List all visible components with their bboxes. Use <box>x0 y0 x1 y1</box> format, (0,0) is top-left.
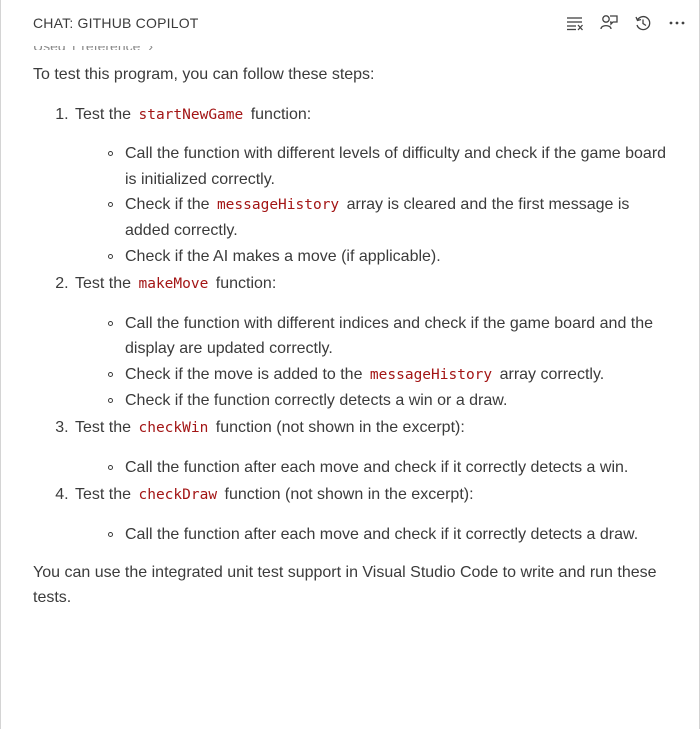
sub-item-text: Check if the AI makes a move (if applica… <box>125 247 441 265</box>
inline-code: startNewGame <box>138 106 244 123</box>
step-title: Test the makeMove function: <box>75 271 675 297</box>
step-title: Test the startNewGame function: <box>75 102 675 128</box>
sub-item-text: Call the function after each move and ch… <box>125 525 639 543</box>
panel-header: CHAT: GITHUB COPILOT <box>1 0 699 46</box>
sub-list-item: Call the function with different indices… <box>107 311 675 362</box>
inline-code: messageHistory <box>369 366 493 383</box>
step-title-prefix: Test the <box>75 486 136 504</box>
response-intro: To test this program, you can follow the… <box>33 66 375 83</box>
inline-code: checkDraw <box>138 487 218 504</box>
step-sublist: Call the function with different levels … <box>75 141 675 269</box>
sub-list-item: Call the function after each move and ch… <box>107 522 675 548</box>
history-icon[interactable] <box>631 11 655 35</box>
sub-item-text: Check if the function correctly detects … <box>125 391 508 409</box>
header-actions <box>563 11 689 35</box>
step-sublist: Call the function after each move and ch… <box>75 455 675 481</box>
step-item: Test the makeMove function: Call the func… <box>73 271 675 413</box>
sub-list-item: Call the function after each move and ch… <box>107 455 675 481</box>
panel-title: CHAT: GITHUB COPILOT <box>33 15 199 31</box>
chat-response: Used 1 reference› To test this program, … <box>1 36 699 611</box>
sub-item-text: Check if the <box>125 196 214 214</box>
step-title: Test the checkWin function (not shown in… <box>75 415 675 441</box>
step-sublist: Call the function with different indices… <box>75 311 675 413</box>
step-title-prefix: Test the <box>75 419 136 437</box>
response-outro: You can use the integrated unit test sup… <box>33 563 657 607</box>
step-item: Test the startNewGame function: Call the … <box>73 102 675 270</box>
step-title-prefix: Test the <box>75 105 136 123</box>
sub-list-item: Check if the function correctly detects … <box>107 388 675 414</box>
sub-item-text: Call the function after each move and ch… <box>125 458 629 476</box>
sub-list-item: Call the function with different levels … <box>107 141 675 192</box>
inline-code: messageHistory <box>216 197 340 214</box>
step-title-suffix: function (not shown in the excerpt): <box>220 486 474 504</box>
step-title-suffix: function: <box>246 105 312 123</box>
inline-code: makeMove <box>138 276 209 293</box>
steps-list: Test the startNewGame function: Call the … <box>33 102 675 548</box>
sub-list-item: Check if the move is added to the messag… <box>107 362 675 388</box>
step-title-prefix: Test the <box>75 275 136 293</box>
inline-code: checkWin <box>138 420 209 437</box>
clear-all-icon[interactable] <box>563 11 587 35</box>
sub-item-text: Call the function with different indices… <box>125 314 654 358</box>
step-sublist: Call the function after each move and ch… <box>75 522 675 548</box>
sub-item-text: array correctly. <box>495 365 605 383</box>
sub-item-text: Call the function with different levels … <box>125 145 667 188</box>
sub-list-item: Check if the AI makes a move (if applica… <box>107 244 675 270</box>
step-item: Test the checkWin function (not shown in… <box>73 415 675 480</box>
chat-sessions-icon[interactable] <box>597 11 621 35</box>
step-title: Test the checkDraw function (not shown i… <box>75 482 675 508</box>
copilot-chat-panel: CHAT: GITHUB COPILOT To test this progra… <box>0 0 700 729</box>
step-title-suffix: function (not shown in the excerpt): <box>211 419 465 437</box>
step-item: Test the checkDraw function (not shown i… <box>73 482 675 547</box>
sub-list-item: Check if the messageHistory array is cle… <box>107 192 675 243</box>
sub-item-text: Check if the move is added to the <box>125 365 367 383</box>
step-title-suffix: function: <box>211 275 277 293</box>
more-icon[interactable] <box>665 11 689 35</box>
